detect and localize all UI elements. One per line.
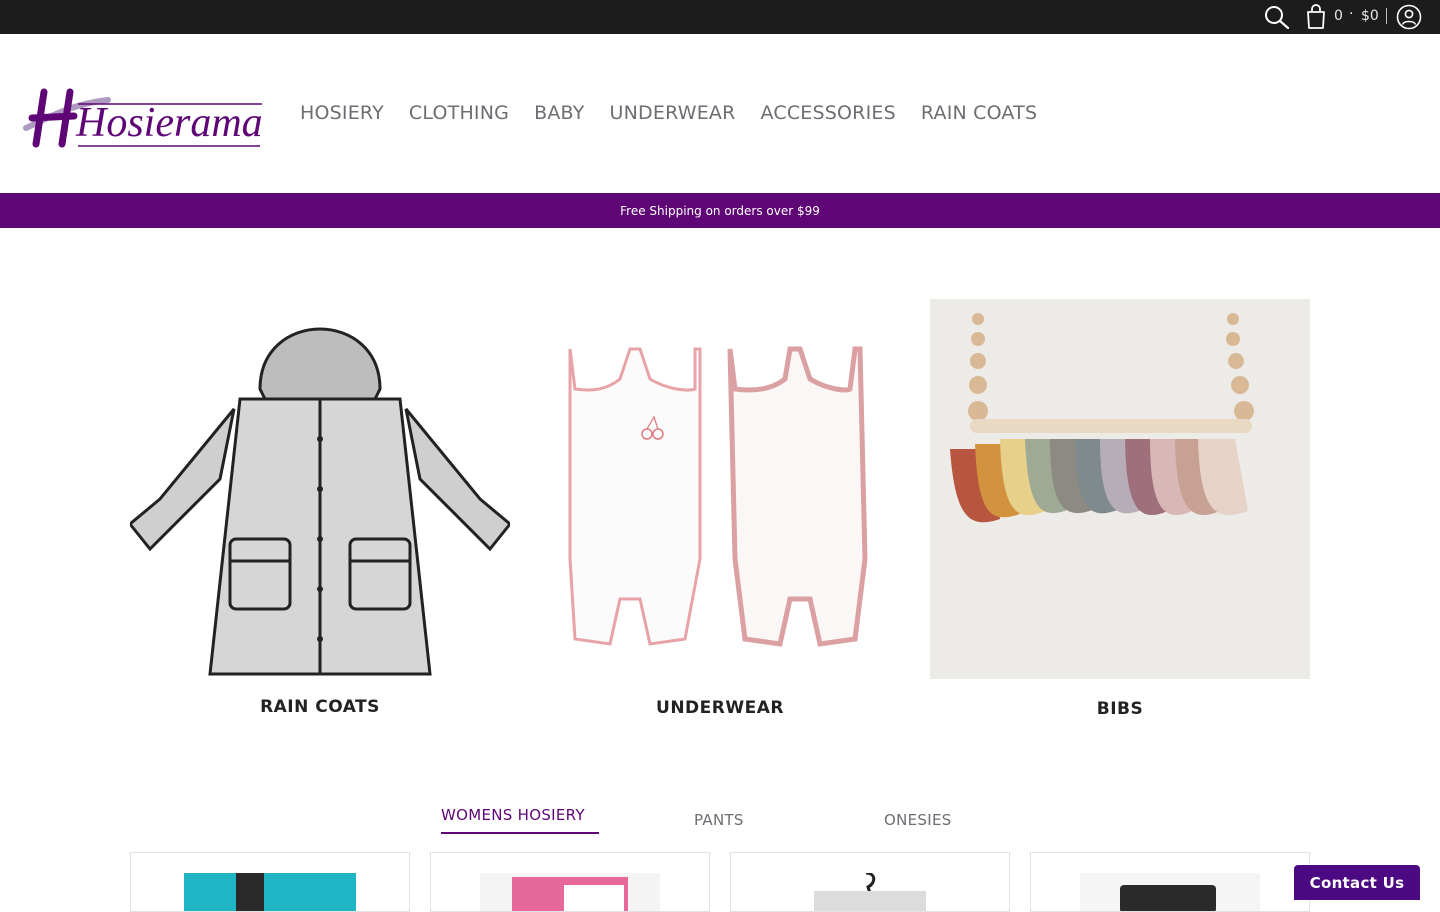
collection-rain-coats[interactable]: RAIN COATS: [130, 299, 510, 717]
nav-baby[interactable]: BABY: [534, 102, 584, 124]
rain-coat-image[interactable]: [130, 299, 510, 679]
divider: [1386, 8, 1387, 24]
account-icon[interactable]: [1396, 4, 1422, 30]
product-thumbnail[interactable]: [810, 873, 930, 912]
nav-rain-coats[interactable]: RAIN COATS: [921, 102, 1037, 124]
logo[interactable]: Hosierama: [22, 86, 264, 150]
tab-pants[interactable]: PANTS: [694, 811, 744, 829]
product-card[interactable]: [130, 852, 410, 912]
product-card[interactable]: [1030, 852, 1310, 912]
search-icon[interactable]: [1264, 5, 1290, 29]
cart-icon[interactable]: [1304, 4, 1328, 30]
underwear-image[interactable]: [530, 299, 910, 679]
cart-separator: ·: [1349, 6, 1354, 22]
nav-clothing[interactable]: CLOTHING: [409, 102, 509, 124]
collection-title[interactable]: RAIN COATS: [130, 697, 510, 717]
active-tab-indicator: [441, 832, 599, 834]
collection-underwear[interactable]: UNDERWEAR: [530, 299, 910, 718]
collection-bibs[interactable]: BIBS: [930, 299, 1310, 719]
logo-text: Hosierama: [75, 100, 263, 146]
cart-count[interactable]: 0: [1334, 8, 1343, 24]
product-thumbnail[interactable]: [1080, 873, 1260, 912]
product-thumbnail[interactable]: [480, 873, 660, 912]
utility-bar: 0 · $0: [0, 0, 1440, 34]
nav-accessories[interactable]: ACCESSORIES: [761, 102, 896, 124]
collection-title[interactable]: BIBS: [930, 699, 1310, 719]
nav-underwear[interactable]: UNDERWEAR: [610, 102, 736, 124]
collection-title[interactable]: UNDERWEAR: [530, 698, 910, 718]
promo-bar: Free Shipping on orders over $99: [0, 193, 1440, 228]
product-thumbnail[interactable]: [184, 873, 356, 912]
cart-total[interactable]: $0: [1361, 8, 1379, 24]
contact-us-button[interactable]: Contact Us: [1294, 865, 1420, 900]
nav-hosiery[interactable]: HOSIERY: [300, 102, 384, 124]
product-card[interactable]: [430, 852, 710, 912]
tab-onesies[interactable]: ONESIES: [884, 811, 952, 829]
tab-womens-hosiery[interactable]: WOMENS HOSIERY: [441, 806, 585, 824]
promo-text: Free Shipping on orders over $99: [620, 203, 820, 218]
product-card[interactable]: [730, 852, 1010, 912]
site-header: Hosierama HOSIERY CLOTHING BABY UNDERWEA…: [0, 34, 1440, 193]
bibs-image[interactable]: [930, 299, 1310, 679]
main-nav: HOSIERY CLOTHING BABY UNDERWEAR ACCESSOR…: [300, 102, 1037, 124]
